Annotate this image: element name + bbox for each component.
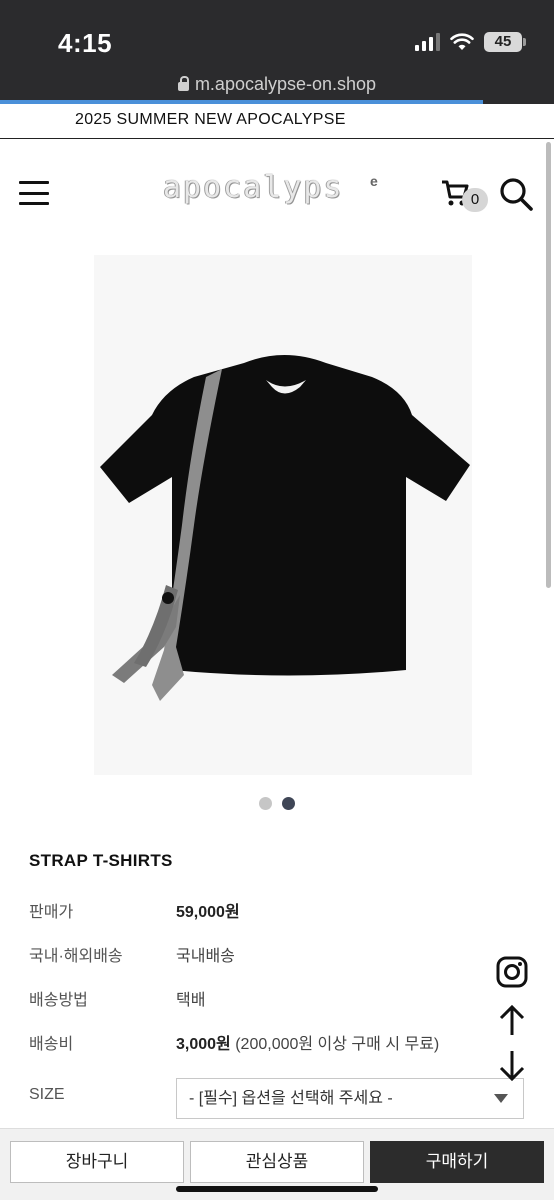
shipping-region-label: 국내·해외배송: [29, 948, 123, 965]
add-to-cart-button[interactable]: 장바구니: [10, 1141, 184, 1183]
wifi-icon: [450, 33, 474, 50]
url-text: m.apocalypse-on.shop: [194, 74, 377, 94]
size-select[interactable]: - [필수] 옵션을 선택해 주세요 -: [176, 1078, 524, 1119]
address-bar[interactable]: m.apocalypse-on.shop: [0, 74, 554, 95]
arrow-up-icon[interactable]: [494, 1002, 530, 1038]
t-shirt-image: [100, 355, 470, 701]
shipping-method-label: 배송방법: [29, 992, 88, 1009]
size-select-value: - [필수] 옵션을 선택해 주세요 -: [189, 1090, 393, 1107]
page: 4:15 45 m.apocalypse-on.shop 2025 SUMMER…: [0, 0, 554, 1200]
promo-banner[interactable]: 2025 SUMMER NEW APOCALYPSE: [0, 104, 554, 139]
scrollbar[interactable]: [546, 142, 551, 588]
cart-count-badge: 0: [462, 188, 488, 212]
gallery-dot-1[interactable]: [259, 797, 272, 810]
menu-icon[interactable]: [19, 181, 49, 205]
battery-icon: 45: [484, 32, 526, 52]
shipping-fee-value: 3,000원 (200,000원 이상 구매 시 무료): [176, 1036, 440, 1053]
shipping-region-value: 국내배송: [176, 948, 235, 965]
promo-banner-text: 2025 SUMMER NEW APOCALYPSE: [75, 111, 346, 128]
shipping-fee-label: 배송비: [29, 1036, 74, 1053]
shipping-fee-note: (200,000원 이상 구매 시 무료): [235, 1036, 440, 1053]
signal-icon: [415, 33, 440, 51]
cart-button[interactable]: 0: [440, 178, 492, 212]
home-indicator[interactable]: [176, 1186, 378, 1192]
logo-mark: e: [370, 173, 378, 189]
gallery-dot-2[interactable]: [282, 797, 295, 810]
shipping-method-value: 택배: [176, 992, 206, 1009]
buy-now-button[interactable]: 구매하기: [370, 1141, 544, 1183]
lock-icon: [177, 76, 189, 91]
status-icons: 45: [415, 32, 526, 52]
chevron-down-icon: [494, 1094, 508, 1103]
price-label: 판매가: [29, 904, 74, 921]
price-value: 59,000원: [176, 904, 240, 921]
product-name: STRAP T-SHIRTS: [29, 851, 173, 870]
gallery-pagination: [0, 797, 554, 810]
size-label: SIZE: [29, 1086, 65, 1103]
search-icon[interactable]: [498, 176, 534, 212]
arrow-down-icon[interactable]: [494, 1048, 530, 1084]
product-image[interactable]: [94, 255, 472, 775]
browser-chrome: 4:15 45 m.apocalypse-on.shop: [0, 0, 554, 104]
instagram-icon[interactable]: [494, 954, 530, 990]
wishlist-button[interactable]: 관심상품: [190, 1141, 364, 1183]
site-logo[interactable]: apocalyps: [163, 170, 344, 205]
site-header: apocalyps e 0: [0, 140, 554, 250]
status-time: 4:15: [58, 28, 113, 58]
